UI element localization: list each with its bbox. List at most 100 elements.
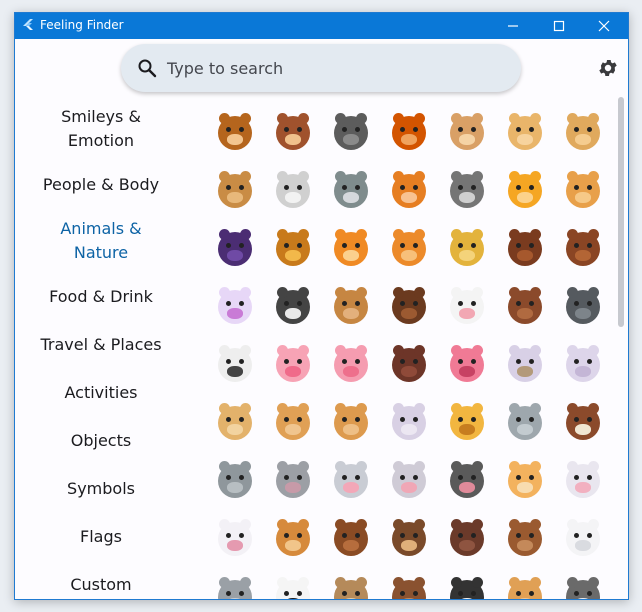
otter-emoji-button[interactable] [385, 573, 433, 599]
deer-emoji-button[interactable] [327, 283, 375, 331]
snout [459, 482, 475, 493]
ewe-emoji-button[interactable] [559, 341, 607, 389]
camel-emoji-button[interactable] [269, 399, 317, 447]
tiger-face-emoji-button[interactable] [327, 225, 375, 273]
kangaroo-emoji-button[interactable] [501, 573, 549, 599]
service-dog-emoji-button[interactable] [211, 167, 259, 215]
hedgehog-emoji-button[interactable] [385, 515, 433, 563]
rabbit-emoji-button[interactable] [211, 515, 259, 563]
orangutan-emoji-button[interactable] [385, 109, 433, 157]
settings-gear-icon[interactable] [597, 57, 619, 79]
water-buffalo-emoji-button[interactable] [559, 283, 607, 331]
badger-emoji-button[interactable] [559, 573, 607, 599]
eye [297, 243, 302, 248]
sidebar-item-animals-nature[interactable]: Animals & Nature [15, 217, 187, 265]
sloth-emoji-button[interactable] [327, 573, 375, 599]
monkey-face-emoji-button[interactable] [211, 109, 259, 157]
eye [458, 243, 463, 248]
ear [219, 403, 230, 414]
snout [517, 424, 533, 435]
ear [509, 229, 520, 240]
cow-emoji-button[interactable] [211, 341, 259, 389]
camel-icon [276, 403, 310, 440]
elephant-emoji-button[interactable] [501, 399, 549, 447]
eye [574, 301, 579, 306]
sidebar-item-flags[interactable]: Flags [15, 525, 187, 549]
sidebar-item-symbols[interactable]: Symbols [15, 477, 187, 501]
wolf-emoji-button[interactable] [327, 167, 375, 215]
pig-face-emoji-button[interactable] [269, 341, 317, 389]
minimize-button[interactable] [490, 13, 536, 39]
dog-face-emoji-button[interactable] [443, 109, 491, 157]
cow-face-emoji-button[interactable] [443, 283, 491, 331]
eye [297, 533, 302, 538]
close-button[interactable] [581, 13, 627, 39]
hippopotamus-emoji-button[interactable] [269, 457, 317, 505]
ram-emoji-button[interactable] [501, 341, 549, 389]
chipmunk-emoji-button[interactable] [269, 515, 317, 563]
boar-emoji-button[interactable] [385, 341, 433, 389]
pig-emoji-button[interactable] [327, 341, 375, 389]
sidebar-item-travel-places[interactable]: Travel & Places [15, 333, 187, 357]
scrollbar-thumb[interactable] [618, 97, 624, 327]
beaver-emoji-button[interactable] [327, 515, 375, 563]
horse-face-emoji-button[interactable] [501, 225, 549, 273]
title-bar[interactable]: Feeling Finder [15, 13, 628, 39]
ear [472, 519, 483, 530]
cat-face-emoji-button[interactable] [501, 167, 549, 215]
polar-bear-emoji-button[interactable] [559, 515, 607, 563]
ear [356, 287, 367, 298]
skunk-emoji-button[interactable] [443, 573, 491, 599]
rhinoceros-emoji-button[interactable] [211, 457, 259, 505]
eye [297, 591, 302, 596]
sidebar-item-custom[interactable]: Custom [15, 573, 187, 597]
eye [587, 127, 592, 132]
mammoth-emoji-button[interactable] [559, 399, 607, 447]
eye [226, 533, 231, 538]
rat-emoji-button[interactable] [443, 457, 491, 505]
maximize-button[interactable] [536, 13, 582, 39]
hamster-emoji-button[interactable] [501, 457, 549, 505]
search-input[interactable]: Type to search [167, 59, 283, 78]
lion-emoji-button[interactable] [269, 225, 317, 273]
bison-emoji-button[interactable] [385, 283, 433, 331]
guide-dog-emoji-button[interactable] [559, 109, 607, 157]
bear-emoji-button[interactable] [501, 515, 549, 563]
dog-emoji-button[interactable] [501, 109, 549, 157]
sidebar-item-food-drink[interactable]: Food & Drink [15, 285, 187, 309]
mouse-emoji-button[interactable] [385, 457, 433, 505]
two-hump-camel-emoji-button[interactable] [327, 399, 375, 447]
gorilla-emoji-button[interactable] [327, 109, 375, 157]
ear [588, 403, 599, 414]
sidebar-item-activities[interactable]: Activities [15, 381, 187, 405]
llama-emoji-button[interactable] [385, 399, 433, 447]
sidebar-item-smileys-emotion[interactable]: Smileys & Emotion [15, 105, 187, 153]
ox-emoji-button[interactable] [501, 283, 549, 331]
poodle-emoji-button[interactable] [269, 167, 317, 215]
ear [472, 577, 483, 588]
horse-emoji-button[interactable] [559, 225, 607, 273]
koala-emoji-button[interactable] [211, 573, 259, 599]
raccoon-emoji-button[interactable] [443, 167, 491, 215]
giraffe-emoji-button[interactable] [443, 399, 491, 447]
fox-emoji-button[interactable] [385, 167, 433, 215]
monkey-emoji-button[interactable] [269, 109, 317, 157]
goat-emoji-button[interactable] [211, 399, 259, 447]
sidebar-item-people-body[interactable]: People & Body [15, 173, 187, 197]
snout [575, 540, 591, 551]
leopard-emoji-button[interactable] [443, 225, 491, 273]
cat-emoji-button[interactable] [559, 167, 607, 215]
water-buffalo-icon [566, 287, 600, 324]
black-cat-emoji-button[interactable] [211, 225, 259, 273]
bat-emoji-button[interactable] [443, 515, 491, 563]
rabbit-face-emoji-button[interactable] [559, 457, 607, 505]
sidebar-item-objects[interactable]: Objects [15, 429, 187, 453]
panda-emoji-button[interactable] [269, 573, 317, 599]
zebra-emoji-button[interactable] [269, 283, 317, 331]
mouse-face-emoji-button[interactable] [327, 457, 375, 505]
tiger-emoji-button[interactable] [385, 225, 433, 273]
search-bar[interactable]: Type to search [121, 44, 521, 92]
pig-nose-emoji-button[interactable] [443, 341, 491, 389]
ear [451, 171, 462, 182]
unicorn-emoji-button[interactable] [211, 283, 259, 331]
